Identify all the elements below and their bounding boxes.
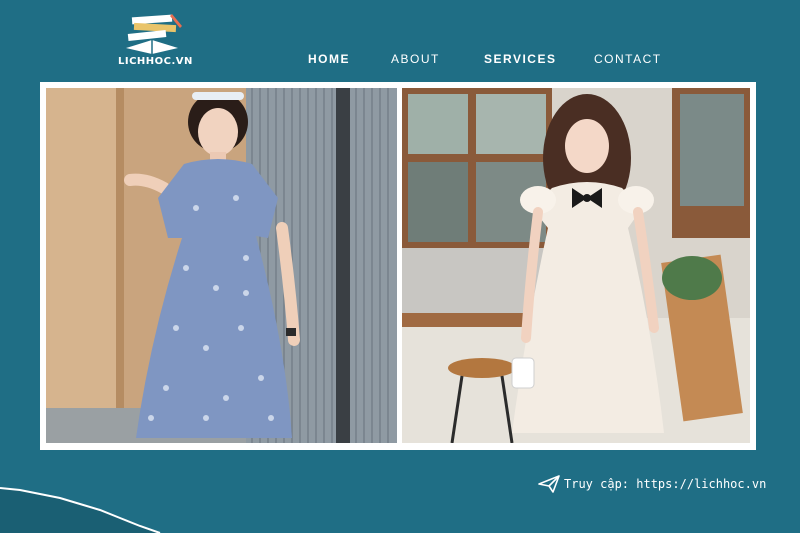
footer-link[interactable]: Truy cập: https://lichhoc.vn bbox=[538, 472, 766, 496]
photo-frame bbox=[40, 82, 756, 450]
nav-home[interactable]: HOME bbox=[308, 52, 350, 66]
nav-about[interactable]: ABOUT bbox=[391, 52, 440, 66]
floral-dress-photo bbox=[46, 88, 397, 443]
main-nav: HOME ABOUT SERVICES CONTACT bbox=[0, 52, 800, 68]
paper-plane-icon bbox=[538, 475, 560, 493]
footer-text: Truy cập: https://lichhoc.vn bbox=[564, 477, 767, 491]
torn-paper-decoration bbox=[0, 487, 161, 533]
nav-services[interactable]: SERVICES bbox=[484, 52, 556, 66]
white-dress-photo bbox=[402, 88, 750, 443]
nav-contact[interactable]: CONTACT bbox=[594, 52, 662, 66]
